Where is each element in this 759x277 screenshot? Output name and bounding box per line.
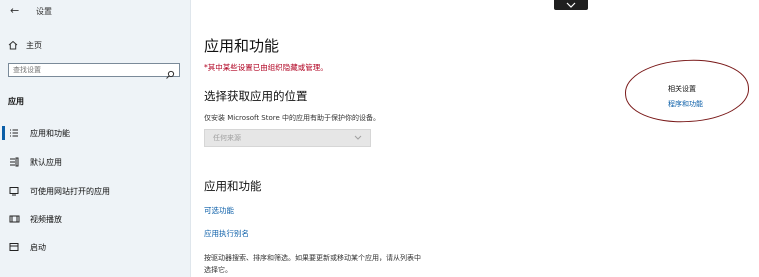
home-nav-item[interactable]: 主页 [8, 38, 178, 52]
dropdown-value: 任何来源 [213, 134, 241, 142]
app-execution-alias-link[interactable]: 应用执行别名 [204, 228, 249, 239]
window-title: 设置 [36, 7, 52, 16]
sidebar-item-label: 默认应用 [30, 157, 62, 167]
sidebar-item-label: 启动 [30, 242, 46, 252]
apps-description-line: 选择它。 [204, 266, 232, 274]
back-arrow-icon[interactable]: ← [10, 4, 19, 17]
sidebar-item-default-apps[interactable]: 默认应用 [8, 155, 183, 169]
video-playback-icon [8, 214, 20, 224]
programs-features-link[interactable]: 程序和功能 [668, 99, 703, 109]
chevron-down-icon[interactable] [554, 0, 588, 10]
chevron-down-icon [354, 134, 362, 142]
page-title: 应用和功能 [204, 37, 280, 55]
web-apps-icon [8, 186, 20, 196]
search-icon[interactable] [165, 65, 175, 79]
sidebar: ← 设置 主页 应用 应用和功能 默认应用 可使用网站打开的应用 [0, 0, 191, 277]
default-apps-icon [8, 157, 20, 167]
apps-description: 按驱动器搜索、排序和筛选。如果要更新或移动某个应用，请从列表中 选择它。 [204, 252, 504, 276]
selected-indicator [2, 126, 5, 140]
search-box[interactable] [8, 63, 180, 79]
sidebar-item-label: 应用和功能 [30, 128, 70, 138]
apps-description-line: 按驱动器搜索、排序和筛选。如果要更新或移动某个应用，请从列表中 [204, 254, 421, 262]
managed-warning: *其中某些设置已由组织隐藏或管理。 [204, 63, 328, 72]
apps-list-icon [8, 128, 20, 138]
sidebar-item-web-apps[interactable]: 可使用网站打开的应用 [8, 184, 183, 198]
sidebar-item-label: 可使用网站打开的应用 [30, 186, 110, 196]
title-bar: ← 设置 [0, 0, 190, 22]
main-content: 应用和功能 *其中某些设置已由组织隐藏或管理。 选择获取应用的位置 仅安装 Mi… [190, 0, 759, 277]
section-heading-apps-features: 应用和功能 [204, 179, 262, 193]
related-settings-title: 相关设置 [668, 85, 696, 93]
sidebar-item-apps-features[interactable]: 应用和功能 [8, 126, 183, 140]
startup-icon [8, 242, 20, 252]
sidebar-section-title: 应用 [8, 97, 24, 106]
sidebar-item-startup[interactable]: 启动 [8, 240, 183, 254]
home-label: 主页 [26, 40, 42, 50]
section-heading-install-source: 选择获取应用的位置 [204, 89, 308, 103]
related-settings: 相关设置 程序和功能 [623, 56, 759, 126]
home-icon [8, 40, 18, 50]
sidebar-item-label: 视频播放 [30, 214, 62, 224]
search-input[interactable] [13, 66, 163, 74]
optional-features-link[interactable]: 可选功能 [204, 205, 234, 216]
sidebar-item-video-playback[interactable]: 视频播放 [8, 212, 183, 226]
install-source-description: 仅安装 Microsoft Store 中的应用有助于保护你的设备。 [204, 114, 381, 122]
install-source-dropdown[interactable]: 任何来源 [204, 129, 371, 147]
